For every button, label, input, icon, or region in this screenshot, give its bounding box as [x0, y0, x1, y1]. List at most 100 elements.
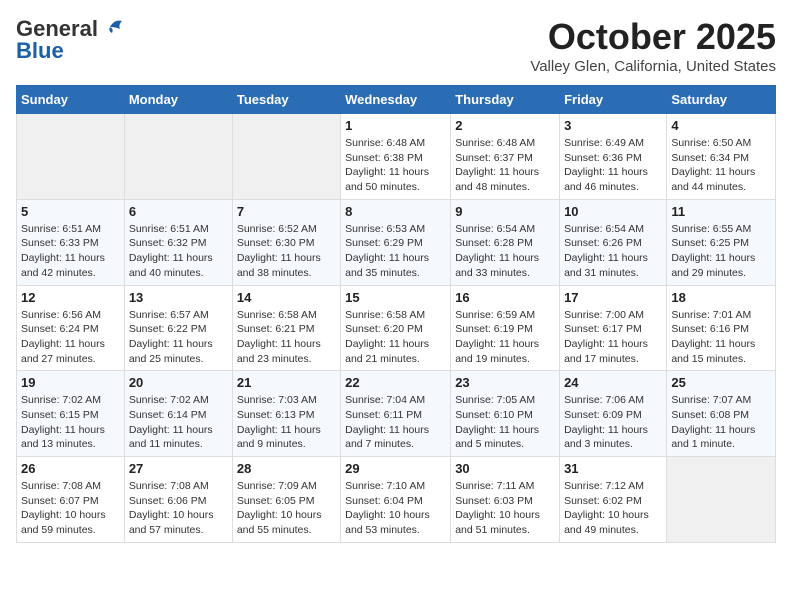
calendar-cell: 6 Sunrise: 6:51 AMSunset: 6:32 PMDaylight… — [124, 199, 232, 285]
calendar-cell: 9 Sunrise: 6:54 AMSunset: 6:28 PMDaylight… — [451, 199, 560, 285]
calendar-cell: 1 Sunrise: 6:48 AMSunset: 6:38 PMDaylight… — [341, 114, 451, 200]
day-number: 1 — [345, 118, 446, 133]
calendar-cell: 2 Sunrise: 6:48 AMSunset: 6:37 PMDaylight… — [451, 114, 560, 200]
calendar-cell: 4 Sunrise: 6:50 AMSunset: 6:34 PMDaylight… — [667, 114, 776, 200]
day-info: Sunrise: 6:51 AMSunset: 6:33 PMDaylight:… — [21, 222, 120, 281]
calendar-table: SundayMondayTuesdayWednesdayThursdayFrid… — [16, 85, 776, 543]
day-info: Sunrise: 7:01 AMSunset: 6:16 PMDaylight:… — [671, 308, 771, 367]
day-info: Sunrise: 6:54 AMSunset: 6:28 PMDaylight:… — [455, 222, 555, 281]
calendar-cell — [232, 114, 340, 200]
day-number: 18 — [671, 290, 771, 305]
column-header-thursday: Thursday — [451, 86, 560, 114]
day-number: 28 — [237, 461, 336, 476]
day-number: 12 — [21, 290, 120, 305]
day-number: 22 — [345, 375, 446, 390]
column-header-friday: Friday — [560, 86, 667, 114]
day-info: Sunrise: 7:06 AMSunset: 6:09 PMDaylight:… — [564, 393, 662, 452]
day-info: Sunrise: 6:56 AMSunset: 6:24 PMDaylight:… — [21, 308, 120, 367]
day-number: 15 — [345, 290, 446, 305]
column-header-monday: Monday — [124, 86, 232, 114]
day-info: Sunrise: 7:12 AMSunset: 6:02 PMDaylight:… — [564, 479, 662, 538]
page-header: General Blue October 2025 Valley Glen, C… — [16, 16, 776, 75]
day-info: Sunrise: 7:00 AMSunset: 6:17 PMDaylight:… — [564, 308, 662, 367]
calendar-header-row: SundayMondayTuesdayWednesdayThursdayFrid… — [17, 86, 776, 114]
calendar-cell: 25Sunrise: 7:07 AMSunset: 6:08 PMDayligh… — [667, 371, 776, 457]
calendar-cell: 7Sunrise: 6:52 AMSunset: 6:30 PMDaylight… — [232, 199, 340, 285]
day-info: Sunrise: 6:58 AMSunset: 6:20 PMDaylight:… — [345, 308, 446, 367]
day-info: Sunrise: 6:48 AMSunset: 6:38 PMDaylight:… — [345, 136, 446, 195]
day-info: Sunrise: 7:09 AMSunset: 6:05 PMDaylight:… — [237, 479, 336, 538]
day-info: Sunrise: 7:11 AMSunset: 6:03 PMDaylight:… — [455, 479, 555, 538]
day-info: Sunrise: 6:48 AMSunset: 6:37 PMDaylight:… — [455, 136, 555, 195]
calendar-cell: 28 Sunrise: 7:09 AMSunset: 6:05 PMDayligh… — [232, 457, 340, 543]
calendar-cell: 16Sunrise: 6:59 AMSunset: 6:19 PMDayligh… — [451, 285, 560, 371]
title-block: October 2025 Valley Glen, California, Un… — [530, 16, 776, 75]
day-number: 8 — [345, 204, 446, 219]
calendar-cell: 13 Sunrise: 6:57 AMSunset: 6:22 PMDayligh… — [124, 285, 232, 371]
day-info: Sunrise: 7:05 AMSunset: 6:10 PMDaylight:… — [455, 393, 555, 452]
calendar-cell: 30Sunrise: 7:11 AMSunset: 6:03 PMDayligh… — [451, 457, 560, 543]
day-info: Sunrise: 6:58 AMSunset: 6:21 PMDaylight:… — [237, 308, 336, 367]
day-number: 4 — [671, 118, 771, 133]
calendar-cell: 17 Sunrise: 7:00 AMSunset: 6:17 PMDayligh… — [560, 285, 667, 371]
calendar-cell: 12 Sunrise: 6:56 AMSunset: 6:24 PMDayligh… — [17, 285, 125, 371]
day-info: Sunrise: 6:57 AMSunset: 6:22 PMDaylight:… — [129, 308, 228, 367]
calendar-week-row: 19 Sunrise: 7:02 AMSunset: 6:15 PMDayligh… — [17, 371, 776, 457]
day-info: Sunrise: 7:10 AMSunset: 6:04 PMDaylight:… — [345, 479, 446, 538]
day-info: Sunrise: 6:49 AMSunset: 6:36 PMDaylight:… — [564, 136, 662, 195]
column-header-tuesday: Tuesday — [232, 86, 340, 114]
calendar-cell: 26 Sunrise: 7:08 AMSunset: 6:07 PMDayligh… — [17, 457, 125, 543]
calendar-cell: 3 Sunrise: 6:49 AMSunset: 6:36 PMDaylight… — [560, 114, 667, 200]
day-number: 24 — [564, 375, 662, 390]
logo: General Blue — [16, 16, 126, 64]
day-number: 21 — [237, 375, 336, 390]
day-number: 17 — [564, 290, 662, 305]
calendar-cell: 27Sunrise: 7:08 AMSunset: 6:06 PMDayligh… — [124, 457, 232, 543]
calendar-cell: 20Sunrise: 7:02 AMSunset: 6:14 PMDayligh… — [124, 371, 232, 457]
calendar-week-row: 26 Sunrise: 7:08 AMSunset: 6:07 PMDayligh… — [17, 457, 776, 543]
day-number: 27 — [129, 461, 228, 476]
column-header-sunday: Sunday — [17, 86, 125, 114]
day-number: 26 — [21, 461, 120, 476]
day-info: Sunrise: 7:02 AMSunset: 6:15 PMDaylight:… — [21, 393, 120, 452]
calendar-cell: 8Sunrise: 6:53 AMSunset: 6:29 PMDaylight… — [341, 199, 451, 285]
day-number: 31 — [564, 461, 662, 476]
day-info: Sunrise: 6:55 AMSunset: 6:25 PMDaylight:… — [671, 222, 771, 281]
calendar-cell — [17, 114, 125, 200]
day-number: 3 — [564, 118, 662, 133]
calendar-cell: 22Sunrise: 7:04 AMSunset: 6:11 PMDayligh… — [341, 371, 451, 457]
day-number: 6 — [129, 204, 228, 219]
logo-blue: Blue — [16, 38, 64, 64]
location-subtitle: Valley Glen, California, United States — [530, 58, 776, 75]
calendar-cell: 31 Sunrise: 7:12 AMSunset: 6:02 PMDayligh… — [560, 457, 667, 543]
day-info: Sunrise: 7:02 AMSunset: 6:14 PMDaylight:… — [129, 393, 228, 452]
day-number: 16 — [455, 290, 555, 305]
day-number: 11 — [671, 204, 771, 219]
day-number: 29 — [345, 461, 446, 476]
day-number: 9 — [455, 204, 555, 219]
calendar-week-row: 5 Sunrise: 6:51 AMSunset: 6:33 PMDaylight… — [17, 199, 776, 285]
day-number: 10 — [564, 204, 662, 219]
calendar-cell — [667, 457, 776, 543]
day-number: 23 — [455, 375, 555, 390]
calendar-cell: 18 Sunrise: 7:01 AMSunset: 6:16 PMDayligh… — [667, 285, 776, 371]
column-header-wednesday: Wednesday — [341, 86, 451, 114]
calendar-cell: 14 Sunrise: 6:58 AMSunset: 6:21 PMDayligh… — [232, 285, 340, 371]
day-number: 25 — [671, 375, 771, 390]
day-info: Sunrise: 7:08 AMSunset: 6:07 PMDaylight:… — [21, 479, 120, 538]
calendar-week-row: 1 Sunrise: 6:48 AMSunset: 6:38 PMDaylight… — [17, 114, 776, 200]
calendar-cell: 29 Sunrise: 7:10 AMSunset: 6:04 PMDayligh… — [341, 457, 451, 543]
day-number: 13 — [129, 290, 228, 305]
calendar-cell — [124, 114, 232, 200]
day-info: Sunrise: 6:50 AMSunset: 6:34 PMDaylight:… — [671, 136, 771, 195]
month-title: October 2025 — [530, 16, 776, 58]
day-number: 14 — [237, 290, 336, 305]
logo-bird-icon — [100, 17, 126, 37]
day-number: 2 — [455, 118, 555, 133]
calendar-cell: 19 Sunrise: 7:02 AMSunset: 6:15 PMDayligh… — [17, 371, 125, 457]
calendar-week-row: 12 Sunrise: 6:56 AMSunset: 6:24 PMDayligh… — [17, 285, 776, 371]
day-number: 5 — [21, 204, 120, 219]
day-info: Sunrise: 6:51 AMSunset: 6:32 PMDaylight:… — [129, 222, 228, 281]
day-number: 19 — [21, 375, 120, 390]
column-header-saturday: Saturday — [667, 86, 776, 114]
